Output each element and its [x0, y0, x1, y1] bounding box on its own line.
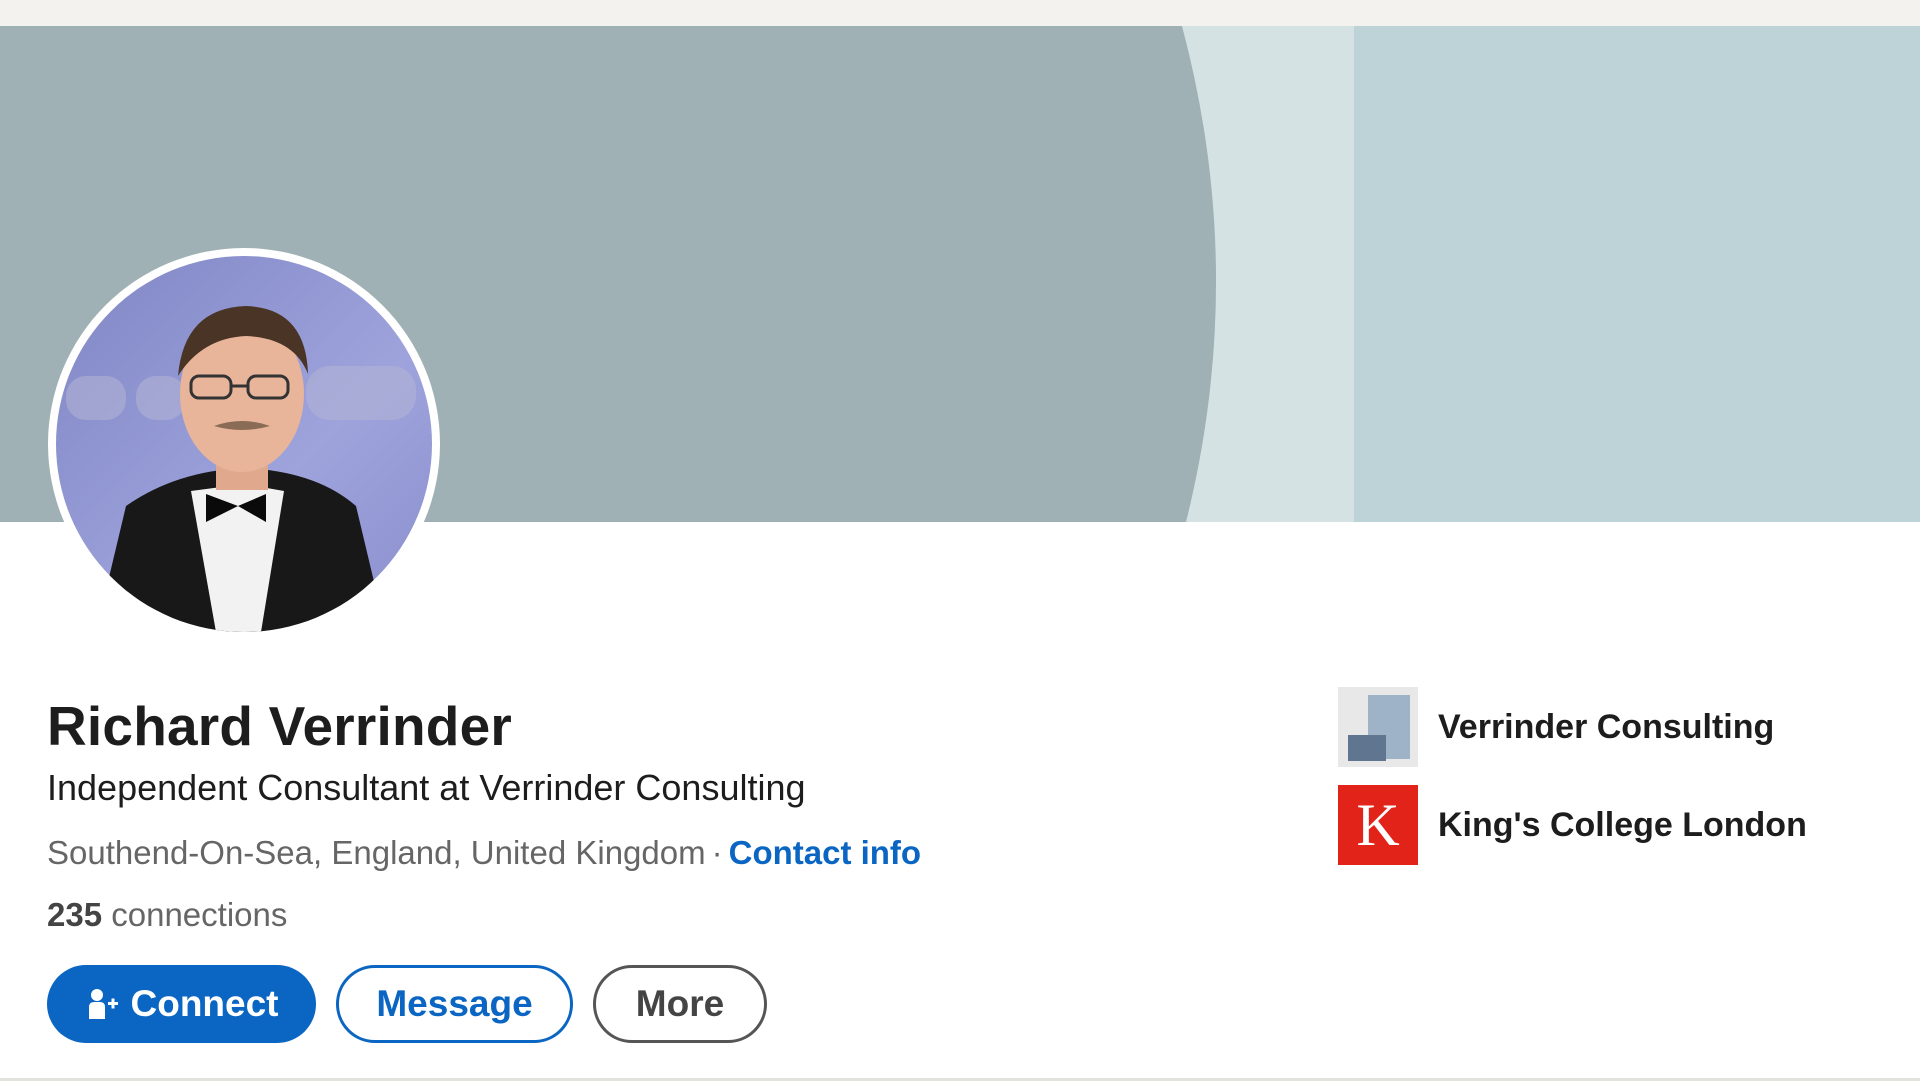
profile-card: Richard Verrinder Independent Consultant…	[0, 26, 1920, 1081]
separator-dot: ·	[711, 834, 723, 871]
profile-location: Southend-On-Sea, England, United Kingdom	[47, 834, 706, 871]
more-label: More	[635, 983, 725, 1024]
profile-name: Richard Verrinder	[47, 695, 512, 757]
org-kings-college-london[interactable]: K King's College London	[1338, 785, 1807, 865]
location-line: Southend-On-Sea, England, United Kingdom…	[47, 834, 921, 872]
connect-button[interactable]: Connect	[47, 965, 316, 1043]
contact-info-link[interactable]: Contact info	[729, 834, 921, 871]
org-label: King's College London	[1438, 805, 1807, 844]
org-label: Verrinder Consulting	[1438, 707, 1775, 746]
org-verrinder-consulting[interactable]: Verrinder Consulting	[1338, 687, 1774, 767]
add-person-icon	[85, 987, 119, 1021]
message-label: Message	[376, 983, 533, 1024]
company-logo-icon	[1338, 687, 1418, 767]
connections-number: 235	[47, 896, 103, 933]
connections-label: connections	[111, 896, 288, 933]
profile-photo	[56, 256, 432, 632]
connect-label: Connect	[130, 983, 279, 1024]
connections-count[interactable]: 235 connections	[47, 896, 287, 934]
profile-headline: Independent Consultant at Verrinder Cons…	[47, 767, 806, 808]
profile-avatar[interactable]	[48, 248, 440, 640]
more-button[interactable]: More	[593, 965, 767, 1043]
message-button[interactable]: Message	[336, 965, 573, 1043]
kcl-logo-icon: K	[1338, 785, 1418, 865]
